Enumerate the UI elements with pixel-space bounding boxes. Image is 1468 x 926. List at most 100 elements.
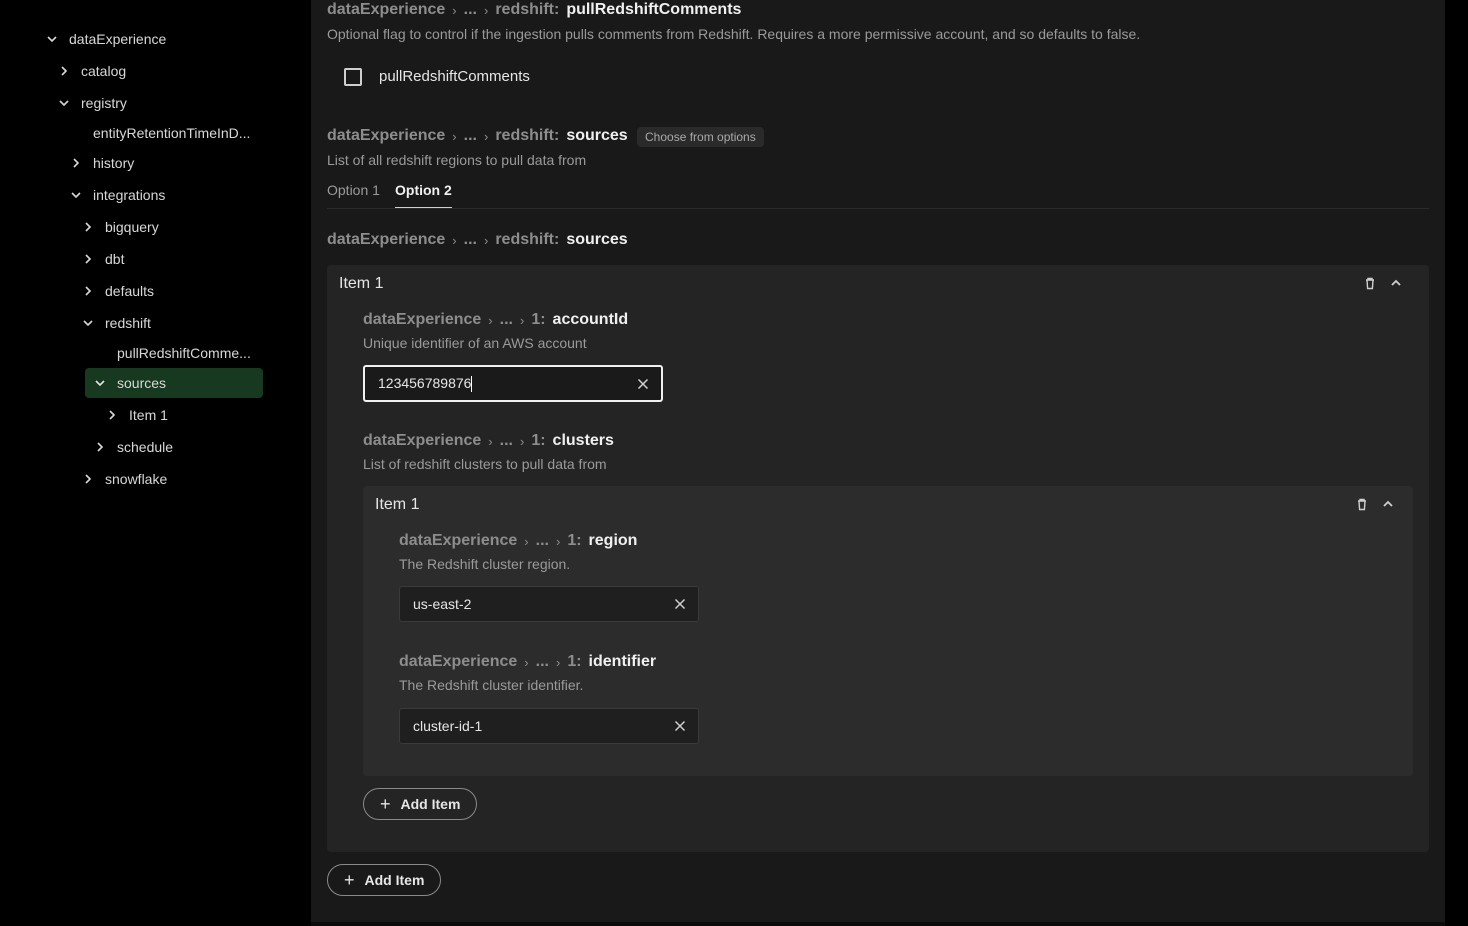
chevron-right-icon: › bbox=[555, 533, 561, 549]
tree-item-integrations[interactable]: integrations bbox=[69, 180, 165, 210]
chevron-up-icon[interactable] bbox=[1379, 495, 1397, 513]
breadcrumb-colon: : bbox=[553, 231, 560, 248]
breadcrumb-root: dataExperience bbox=[363, 432, 482, 449]
tree-item-entity-retention[interactable]: entityRetentionTimeInD... bbox=[93, 118, 250, 148]
tree-item-history[interactable]: history bbox=[69, 148, 134, 178]
add-cluster-item-button[interactable]: + Add Item bbox=[363, 788, 478, 820]
tree-item-schedule[interactable]: schedule bbox=[93, 432, 173, 462]
close-icon[interactable] bbox=[635, 376, 651, 392]
choose-options-chip: Choose from options bbox=[637, 127, 764, 147]
breadcrumb-parent: redshift bbox=[495, 127, 554, 144]
button-label: Add Item bbox=[400, 796, 461, 812]
field-description: Unique identifier of an AWS account bbox=[363, 335, 587, 351]
field-name: region bbox=[588, 532, 638, 549]
tree-item-label: snowflake bbox=[105, 471, 168, 487]
sidebar: dataExperience catalog registry entityRe… bbox=[0, 0, 311, 926]
breadcrumb-root: dataExperience bbox=[327, 231, 446, 248]
tree-item-catalog[interactable]: catalog bbox=[57, 56, 126, 86]
close-icon[interactable] bbox=[672, 718, 688, 734]
breadcrumb-root: dataExperience bbox=[327, 127, 446, 144]
tree-item-sources[interactable]: sources bbox=[85, 368, 263, 398]
breadcrumb-ellipsis: ... bbox=[499, 432, 513, 449]
chevron-up-icon[interactable] bbox=[1387, 274, 1405, 292]
tree-item-label: redshift bbox=[105, 315, 151, 331]
tree-item-item-1[interactable]: Item 1 bbox=[105, 400, 168, 430]
tree-item-label: dbt bbox=[105, 251, 125, 267]
tree-item-label: sources bbox=[117, 375, 167, 391]
breadcrumb-parent: redshift bbox=[495, 231, 554, 248]
chevron-down-icon bbox=[69, 188, 83, 202]
breadcrumb-parent: 1 bbox=[531, 311, 541, 328]
field-description: The Redshift cluster region. bbox=[399, 556, 571, 572]
cluster-item-card: Item 1 dataExperience › ... › 1 : region… bbox=[363, 486, 1413, 776]
plus-icon: + bbox=[380, 794, 391, 814]
chevron-right-icon: › bbox=[524, 654, 529, 670]
tree-item-bigquery[interactable]: bigquery bbox=[81, 212, 159, 242]
field-name: clusters bbox=[552, 432, 614, 449]
input-value: cluster-id-1 bbox=[413, 718, 483, 734]
tree-item-label: catalog bbox=[81, 63, 127, 79]
tree-item-label: integrations bbox=[93, 187, 166, 203]
breadcrumb: dataExperience › ... › 1 : accountId bbox=[363, 311, 628, 329]
breadcrumb-colon: : bbox=[576, 532, 582, 549]
chevron-right-icon bbox=[81, 252, 95, 266]
trash-icon[interactable] bbox=[1361, 274, 1379, 292]
checkbox-label: pullRedshiftComments bbox=[379, 68, 530, 85]
breadcrumb: dataExperience › ... › redshift : source… bbox=[327, 127, 628, 145]
breadcrumb: dataExperience › ... › 1 : region bbox=[399, 532, 637, 550]
text-cursor bbox=[471, 376, 473, 393]
field-name: accountId bbox=[552, 311, 629, 328]
chevron-right-icon: › bbox=[452, 232, 457, 248]
chevron-down-icon bbox=[81, 316, 95, 330]
breadcrumb: dataExperience › ... › 1 : identifier bbox=[399, 653, 656, 671]
field-description: Optional flag to control if the ingestio… bbox=[327, 26, 1141, 42]
item-title: Item 1 bbox=[339, 275, 384, 292]
close-icon[interactable] bbox=[672, 596, 688, 612]
chevron-right-icon: › bbox=[483, 232, 489, 248]
breadcrumb-ellipsis: ... bbox=[499, 311, 513, 328]
breadcrumb-parent: 1 bbox=[531, 432, 541, 449]
identifier-input[interactable]: cluster-id-1 bbox=[399, 708, 699, 744]
breadcrumb-parent: redshift bbox=[495, 1, 554, 18]
breadcrumb-ellipsis: ... bbox=[463, 231, 477, 248]
account-id-input[interactable]: 123456789876 bbox=[363, 365, 663, 402]
trash-icon[interactable] bbox=[1353, 495, 1371, 513]
input-value: 123456789876 bbox=[378, 374, 472, 391]
breadcrumb-ellipsis: ... bbox=[463, 127, 477, 144]
tree-item-redshift[interactable]: redshift bbox=[81, 308, 151, 338]
chevron-right-icon: › bbox=[519, 433, 525, 449]
field-name: pullRedshiftComments bbox=[566, 1, 742, 18]
tree-item-snowflake[interactable]: snowflake bbox=[81, 464, 167, 494]
tree-item-pull-redshift-comments[interactable]: pullRedshiftComme... bbox=[117, 338, 251, 368]
tree-item-registry[interactable]: registry bbox=[57, 88, 127, 118]
breadcrumb-ellipsis: ... bbox=[463, 1, 477, 18]
chevron-down-icon bbox=[93, 376, 107, 390]
chevron-right-icon: › bbox=[452, 2, 457, 18]
chevron-right-icon bbox=[81, 220, 95, 234]
breadcrumb-colon: : bbox=[553, 1, 560, 18]
tree-item-label: schedule bbox=[117, 439, 174, 455]
region-input[interactable]: us-east-2 bbox=[399, 586, 699, 622]
breadcrumb-colon: : bbox=[540, 311, 546, 328]
add-source-item-button[interactable]: + Add Item bbox=[327, 864, 442, 896]
breadcrumb: dataExperience › ... › redshift : source… bbox=[327, 231, 628, 249]
breadcrumb-colon: : bbox=[576, 653, 582, 670]
chevron-right-icon: › bbox=[483, 128, 489, 144]
chevron-right-icon bbox=[57, 64, 71, 78]
chevron-right-icon: › bbox=[452, 128, 457, 144]
tree-item-dbt[interactable]: dbt bbox=[81, 244, 124, 274]
scrollbar[interactable] bbox=[1445, 0, 1468, 926]
button-label: Add Item bbox=[364, 872, 425, 888]
breadcrumb-colon: : bbox=[540, 432, 546, 449]
tree-item-defaults[interactable]: defaults bbox=[81, 276, 154, 306]
tab-option-2[interactable]: Option 2 bbox=[395, 182, 452, 198]
tree-item-label: history bbox=[93, 155, 135, 171]
tree-item-dataexperience[interactable]: dataExperience bbox=[45, 24, 166, 54]
input-value: us-east-2 bbox=[413, 596, 472, 612]
tab-option-1[interactable]: Option 1 bbox=[327, 182, 380, 198]
field-name: identifier bbox=[588, 653, 657, 670]
pull-comments-checkbox[interactable] bbox=[344, 68, 362, 86]
breadcrumb: dataExperience › ... › redshift : pullRe… bbox=[327, 1, 741, 19]
breadcrumb-parent: 1 bbox=[567, 532, 577, 549]
chevron-right-icon: › bbox=[519, 312, 525, 328]
